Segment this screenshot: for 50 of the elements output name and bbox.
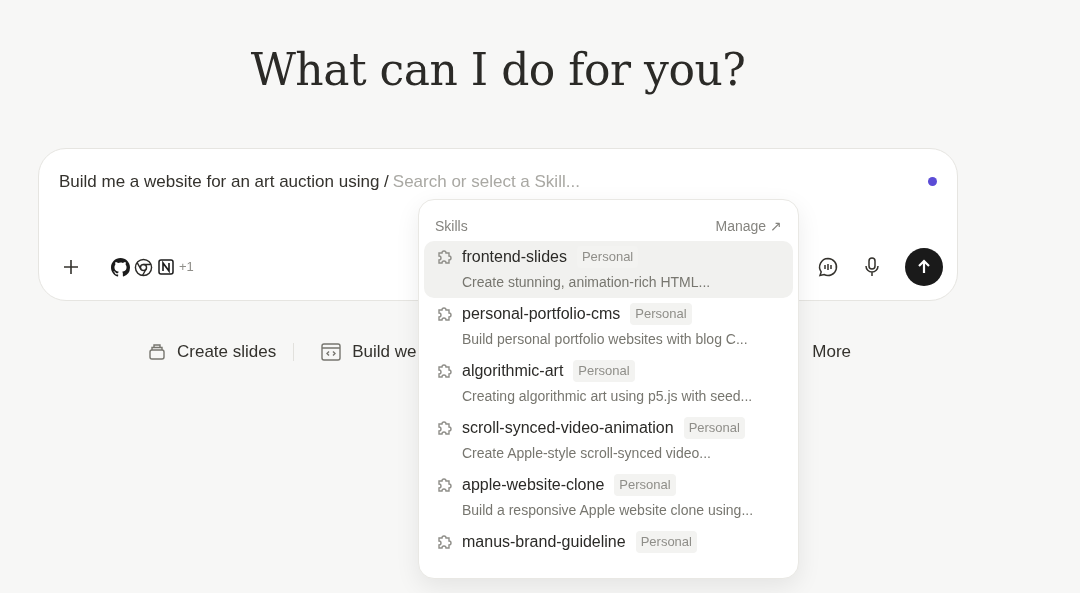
- skill-tag: Personal: [683, 417, 745, 439]
- suggestion-button[interactable]: More: [812, 339, 851, 365]
- puzzle-icon: [435, 304, 455, 324]
- skill-item[interactable]: apple-website-clone Personal Build a responsive Apple website clone using...: [424, 469, 793, 526]
- add-button[interactable]: [61, 257, 81, 277]
- skill-name: manus-brand-guideline: [462, 532, 626, 552]
- microphone-button[interactable]: [863, 256, 881, 278]
- skill-item[interactable]: scroll-synced-video-animation Personal Create Apple-style scroll-synced video...: [424, 412, 793, 469]
- skill-tag: Personal: [630, 303, 692, 325]
- menu-title: Skills: [435, 217, 468, 236]
- skill-item[interactable]: algorithmic-art Personal Creating algorithmic art using p5.js with seed...: [424, 355, 793, 412]
- suggestion-button[interactable]: Build we: [320, 339, 417, 365]
- puzzle-icon: [435, 532, 455, 552]
- skill-name: scroll-synced-video-animation: [462, 418, 674, 438]
- skill-description: Create Apple-style scroll-synced video...: [461, 444, 712, 463]
- voice-chat-button[interactable]: [817, 256, 839, 278]
- up-arrow-icon: [916, 259, 932, 275]
- send-button[interactable]: [905, 248, 943, 286]
- chat-bubble-icon: [817, 256, 839, 278]
- skill-item[interactable]: manus-brand-guideline Personal: [424, 526, 793, 559]
- heading: What can I do for you?: [249, 43, 747, 97]
- skill-tag: Personal: [635, 531, 697, 553]
- puzzle-icon: [435, 418, 455, 438]
- skill-tag: Personal: [614, 474, 676, 496]
- skill-name: personal-portfolio-cms: [462, 304, 621, 324]
- suggestion-button[interactable]: Create slides: [147, 339, 277, 365]
- browser-icon[interactable]: [134, 257, 153, 277]
- skill-name: algorithmic-art: [462, 361, 564, 381]
- skill-tag: Personal: [573, 360, 635, 382]
- puzzle-icon: [435, 475, 455, 495]
- skill-name: apple-website-clone: [462, 475, 605, 495]
- skill-name: frontend-slides: [462, 247, 567, 267]
- skill-item[interactable]: personal-portfolio-cms Personal Build personal portfolio websites with blog C...: [424, 298, 793, 355]
- skill-search-field[interactable]: Search or select a Skill...: [388, 169, 928, 195]
- github-icon[interactable]: [111, 257, 130, 277]
- skill-description: Build personal portfolio websites with blog C...: [461, 330, 749, 349]
- skill-item[interactable]: frontend-slides Personal Create stunning, animation-rich HTML...: [424, 241, 793, 298]
- stack-icon: [147, 341, 167, 362]
- code-window-icon: [320, 341, 343, 362]
- notion-icon[interactable]: [157, 258, 175, 276]
- prompt-text: Build me a website for an art auction using /: [59, 171, 389, 193]
- puzzle-icon: [435, 361, 455, 381]
- status-dot: [928, 177, 937, 187]
- skill-description: Create stunning, animation-rich HTML...: [461, 273, 712, 292]
- puzzle-icon: [435, 247, 455, 267]
- skill-description: Build a responsive Apple website clone using...: [461, 501, 755, 520]
- skill-description: Creating algorithmic art using p5.js with seed...: [461, 387, 754, 406]
- manage-link[interactable]: Manage ↗: [715, 216, 782, 237]
- microphone-icon: [863, 256, 881, 278]
- plus-icon: [62, 258, 80, 276]
